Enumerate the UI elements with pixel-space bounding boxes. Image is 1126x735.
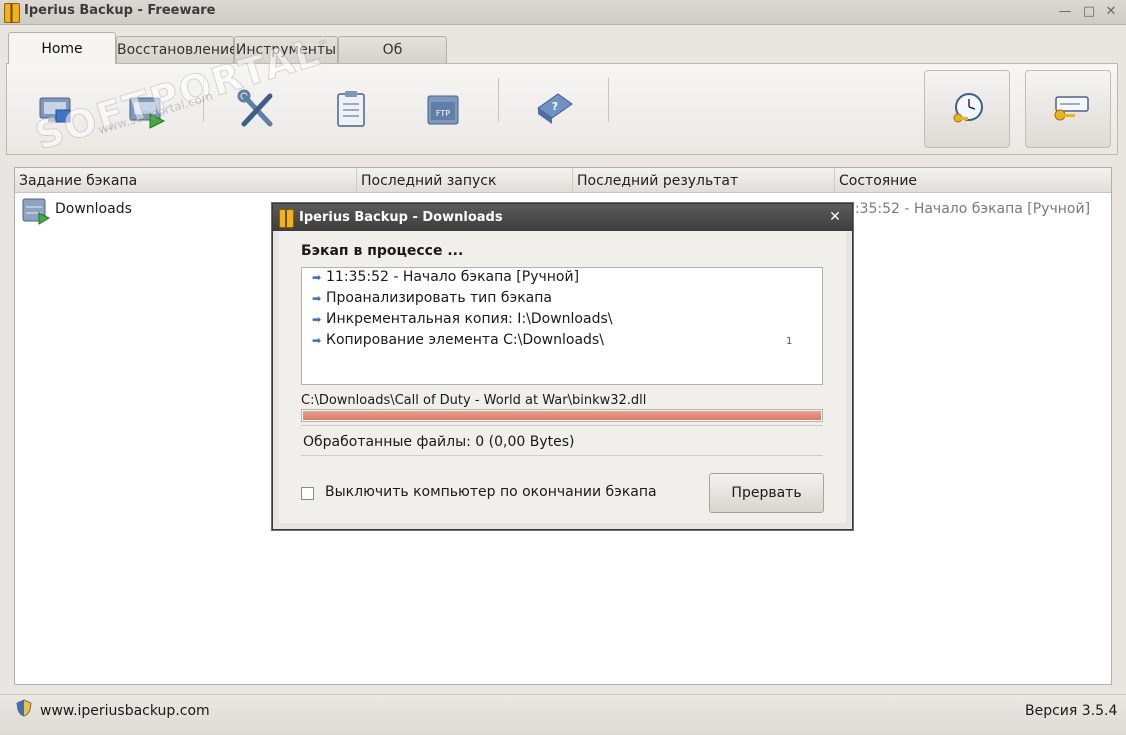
scheduler-clock-icon (953, 93, 983, 123)
clipboard-icon (337, 91, 365, 127)
license-key-icon (1054, 96, 1089, 121)
divider (301, 455, 823, 456)
dialog-logo-icon (279, 209, 294, 228)
arrow-right-icon: ➡ (312, 313, 322, 326)
app-logo-icon (4, 3, 20, 23)
column-header-job[interactable]: Задание бэкапа (15, 168, 357, 192)
arrow-right-icon: ➡ (312, 292, 322, 305)
column-header-last-result[interactable]: Последний результат (573, 168, 835, 192)
progress-fill (303, 411, 821, 420)
shutdown-checkbox[interactable] (301, 487, 314, 500)
backup-job-icon (22, 198, 51, 225)
column-header-state[interactable]: Состояние (835, 168, 1111, 192)
help-book-icon: ? (537, 93, 573, 124)
tab-about[interactable]: Об (338, 36, 447, 63)
abort-button[interactable]: Прервать (709, 473, 824, 513)
arrow-right-icon: ➡ (312, 271, 322, 284)
clipboard-button[interactable] (320, 78, 382, 142)
dialog-body: Бэкап в процессе ... ➡ 11:35:52 - Начало … (279, 231, 846, 523)
shield-icon (16, 699, 32, 717)
backup-progress-bar (301, 409, 823, 422)
table-header: Задание бэкапа Последний запуск Последни… (15, 168, 1111, 193)
website-link[interactable]: www.iperiusbackup.com (40, 703, 210, 719)
log-line: ➡ Проанализировать тип бэкапа (312, 290, 552, 306)
backup-log[interactable]: ➡ 11:35:52 - Начало бэкапа [Ручной] ➡ Проа… (301, 267, 823, 385)
arrow-right-icon: ➡ (312, 334, 322, 347)
progress-heading: Бэкап в процессе ... (301, 243, 464, 259)
job-name: Downloads (55, 201, 132, 217)
log-counter: 1 (786, 336, 793, 347)
current-file-path: C:\Downloads\Call of Duty - World at War… (301, 393, 647, 408)
processed-files-label: Обработанные файлы: 0 (0,00 Bytes) (303, 434, 575, 450)
log-line: ➡ 11:35:52 - Начало бэкапа [Ручной] (312, 269, 580, 285)
log-line: ➡ Инкрементальная копия: I:\Downloads\ (312, 311, 613, 327)
version-label: Версия 3.5.4 (1025, 703, 1118, 719)
ribbon-separator (498, 78, 499, 122)
dialog-title: Iperius Backup - Downloads (299, 210, 503, 225)
license-button[interactable] (1025, 70, 1111, 148)
ftp-button[interactable]: FTP (412, 78, 474, 142)
maximize-button[interactable]: □ (1078, 2, 1100, 22)
dialog-close-button[interactable]: ✕ (825, 208, 845, 226)
svg-text:?: ? (552, 100, 558, 113)
log-line: ➡ Копирование элемента C:\Downloads\ (312, 332, 604, 348)
column-header-last-run[interactable]: Последний запуск (357, 168, 573, 192)
close-button[interactable]: ✕ (1100, 2, 1122, 22)
minimize-button[interactable]: — (1054, 2, 1076, 22)
scheduler-button[interactable] (924, 70, 1010, 148)
ftp-label: FTP (436, 109, 450, 118)
tab-home[interactable]: Home (8, 32, 116, 64)
shutdown-label: Выключить компьютер по окончании бэкапа (325, 484, 657, 500)
ftp-icon: FTP (427, 95, 459, 125)
help-button[interactable]: ? (524, 78, 586, 142)
backup-progress-dialog: Iperius Backup - Downloads ✕ Бэкап в про… (272, 203, 853, 530)
divider (301, 425, 823, 426)
job-status: 11:35:52 - Начало бэкапа [Ручной] (837, 201, 1091, 217)
ribbon-separator (608, 78, 609, 122)
window-title: Iperius Backup - Freeware (24, 3, 216, 18)
